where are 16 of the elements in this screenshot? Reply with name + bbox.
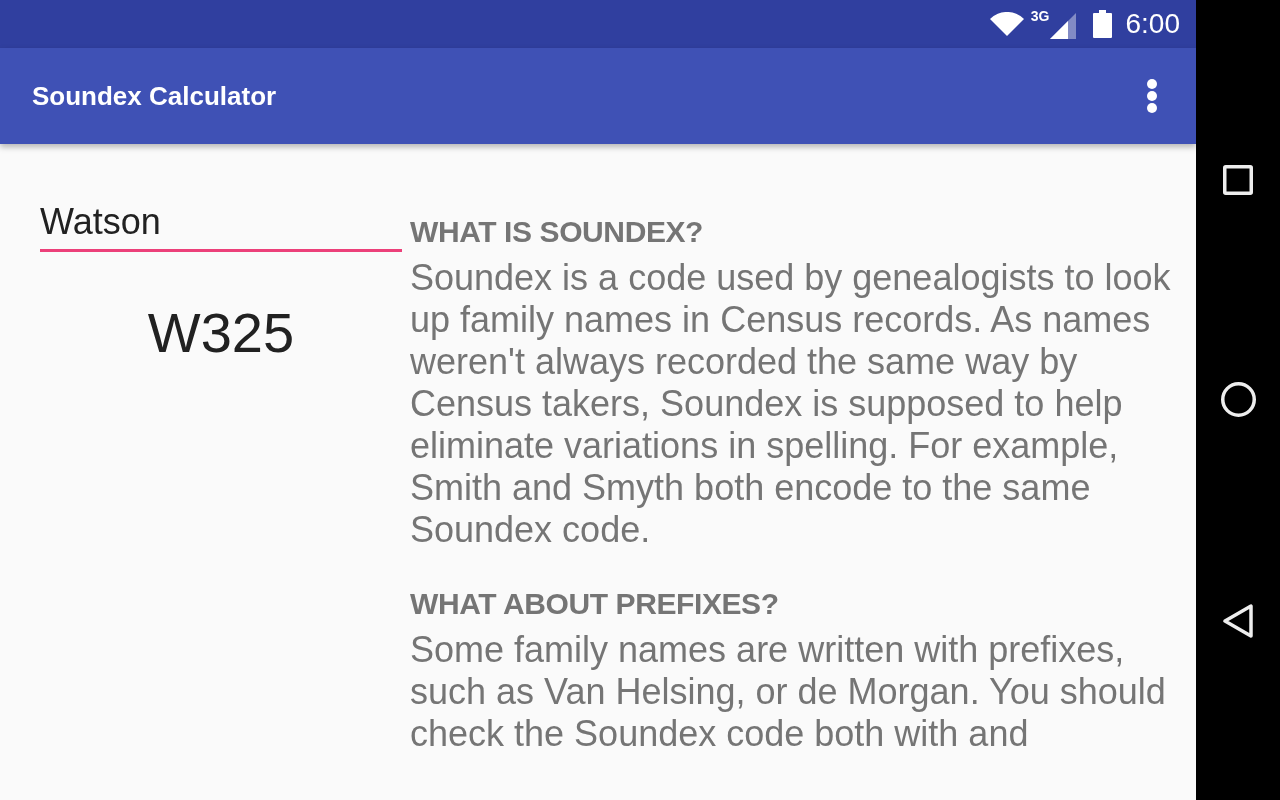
- app-title: Soundex Calculator: [32, 80, 277, 112]
- signal-icon: [1049, 13, 1076, 39]
- more-options-icon[interactable]: [1146, 79, 1158, 113]
- section-heading: WHAT IS SOUNDEX?: [410, 214, 704, 250]
- network-type-label: 3G: [1030, 9, 1050, 23]
- square-icon[interactable]: [1223, 165, 1253, 195]
- section-text: Some family names are written with prefixes, such as Van Helsing, or de Morgan. You should check the Soundex code both with and: [410, 629, 1167, 755]
- name-input[interactable]: Watson: [40, 201, 402, 252]
- wifi-icon: [989, 12, 1024, 36]
- battery-icon: [1092, 10, 1112, 38]
- soundex-result: W325: [147, 300, 295, 366]
- section-heading: WHAT ABOUT PREFIXES?: [410, 586, 779, 622]
- clock-time: 6:00: [1125, 8, 1180, 40]
- circle-icon[interactable]: [1220, 382, 1256, 417]
- back-triangle-icon[interactable]: [1223, 604, 1253, 638]
- section-text: Soundex is a code used by genealogists to look up family names in Census records. As names weren't always recorded the same way by Census takers, Soundex is supposed to help eliminate variations in spelling. For example, Smith and Smyth both encode to the same Soundex code.: [410, 257, 1172, 551]
